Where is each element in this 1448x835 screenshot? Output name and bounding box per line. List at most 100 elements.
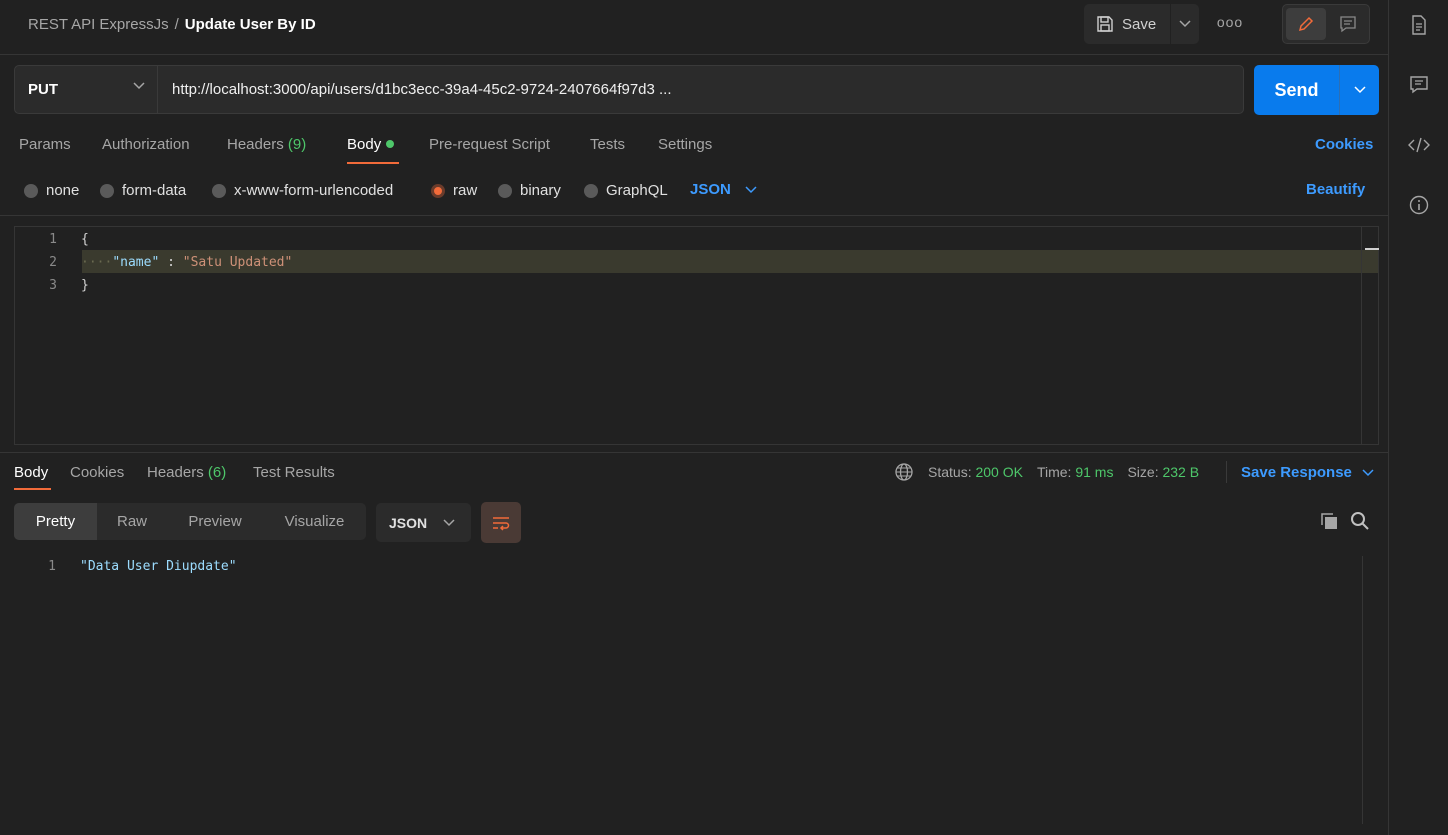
view-pretty[interactable]: Pretty: [14, 503, 97, 540]
tab-settings[interactable]: Settings: [658, 136, 712, 153]
url-input[interactable]: http://localhost:3000/api/users/d1bc3ecc…: [158, 65, 1244, 114]
save-button[interactable]: Save: [1084, 4, 1170, 44]
header-divider: [0, 54, 1388, 55]
chevron-down-icon: [1353, 86, 1366, 94]
save-icon: [1097, 16, 1113, 32]
url-value: http://localhost:3000/api/users/d1bc3ecc…: [172, 81, 672, 98]
response-format-select[interactable]: JSON: [376, 503, 471, 542]
response-scrollbar[interactable]: [1362, 556, 1379, 824]
send-button[interactable]: Send: [1254, 65, 1339, 115]
request-title[interactable]: Update User By ID: [185, 16, 316, 33]
tab-headers[interactable]: Headers (9): [227, 136, 306, 153]
request-body-editor[interactable]: 1 { 2 ····"name" : "Satu Updated" 3 }: [14, 226, 1379, 445]
headers-count-badge: (9): [287, 136, 307, 153]
response-tab-cookies-label: Cookies: [70, 464, 125, 481]
edit-mode-button[interactable]: [1286, 8, 1326, 40]
radio-dot: [212, 183, 226, 198]
save-options-dropdown[interactable]: [1170, 4, 1199, 44]
radio-dot: [498, 183, 512, 198]
comment-mode-button[interactable]: [1328, 8, 1368, 40]
method-value: PUT: [28, 81, 58, 98]
top-bar: REST API ExpressJs / Update User By ID Sav…: [0, 0, 1388, 50]
size-label: Size:: [1127, 464, 1159, 480]
time-label: Time:: [1036, 464, 1072, 480]
tab-body[interactable]: Body: [347, 136, 395, 153]
response-tab-body-label: Body: [14, 464, 49, 481]
mode-toggle: [1282, 4, 1370, 44]
breadcrumb-collection[interactable]: REST API ExpressJs: [28, 16, 169, 33]
scrollbar-thumb[interactable]: [1365, 248, 1379, 250]
pencil-icon: [1298, 16, 1314, 32]
body-language-select[interactable]: JSON: [690, 181, 757, 198]
cookies-link[interactable]: Cookies: [1315, 136, 1373, 153]
save-response-label: Save Response: [1241, 464, 1352, 481]
view-visualize[interactable]: Visualize: [263, 503, 366, 540]
view-preview-label: Preview: [188, 513, 242, 530]
brace-open: {: [81, 232, 89, 247]
tab-tests[interactable]: Tests: [590, 136, 625, 153]
radio-graphql-label: GraphQL: [606, 182, 668, 199]
brace-close: }: [81, 278, 89, 293]
body-options-divider: [0, 215, 1388, 216]
line-number: 1: [48, 559, 56, 574]
radio-none[interactable]: none: [24, 182, 79, 199]
meta-divider: [1226, 461, 1227, 483]
chevron-down-icon: [1362, 468, 1374, 476]
send-label: Send: [1274, 79, 1319, 100]
view-preview[interactable]: Preview: [167, 503, 263, 540]
radio-binary[interactable]: binary: [498, 182, 561, 199]
radio-urlencoded[interactable]: x-www-form-urlencoded: [212, 182, 393, 199]
radio-dot: [100, 183, 114, 198]
send-options-dropdown[interactable]: [1339, 65, 1379, 115]
documentation-icon[interactable]: [1408, 14, 1430, 36]
body-language-value: JSON: [690, 181, 731, 198]
time-meta[interactable]: Time: 91 ms: [1037, 464, 1114, 480]
comment-icon: [1340, 16, 1356, 33]
status-meta[interactable]: Status: 200 OK: [928, 464, 1023, 480]
response-tab-body[interactable]: Body: [14, 464, 48, 481]
response-tab-test-results[interactable]: Test Results: [253, 464, 335, 481]
tab-body-label: Body: [347, 136, 382, 153]
radio-graphql[interactable]: GraphQL: [584, 182, 668, 199]
send-button-group: Send: [1254, 65, 1379, 115]
tab-params[interactable]: Params: [19, 136, 71, 153]
radio-urlencoded-label: x-www-form-urlencoded: [234, 182, 394, 199]
view-visualize-label: Visualize: [284, 513, 345, 530]
response-view-tabs: Pretty Raw Preview Visualize: [14, 503, 366, 540]
search-icon[interactable]: [1350, 511, 1370, 534]
info-icon[interactable]: [1408, 194, 1430, 216]
code-line: }: [81, 278, 89, 293]
save-response-button[interactable]: Save Response: [1241, 464, 1374, 481]
comments-icon[interactable]: [1408, 74, 1430, 96]
response-tab-headers[interactable]: Headers (6): [147, 464, 226, 481]
radio-raw[interactable]: raw: [431, 182, 477, 199]
radio-none-label: none: [46, 182, 80, 199]
json-key: "name": [112, 255, 160, 270]
copy-icon[interactable]: [1319, 511, 1339, 534]
wrap-lines-button[interactable]: [481, 502, 521, 543]
response-meta: Status: 200 OK Time: 91 ms Size: 232 B: [894, 462, 1199, 482]
radio-form-data[interactable]: form-data: [100, 182, 186, 199]
response-tab-test-results-label: Test Results: [253, 464, 335, 481]
radio-dot: [584, 183, 598, 198]
view-raw-label: Raw: [116, 513, 147, 530]
json-colon: :: [159, 255, 183, 270]
tab-authorization[interactable]: Authorization: [102, 136, 190, 153]
beautify-button[interactable]: Beautify: [1306, 181, 1365, 198]
method-select[interactable]: PUT: [14, 65, 158, 114]
view-raw[interactable]: Raw: [97, 503, 167, 540]
response-body-viewer[interactable]: 1 "Data User Diupdate": [14, 556, 1362, 824]
response-tab-cookies[interactable]: Cookies: [70, 464, 124, 481]
editor-scrollbar[interactable]: [1361, 227, 1379, 444]
radio-dot-selected: [431, 183, 445, 198]
more-actions-button[interactable]: ooo: [1215, 14, 1245, 34]
line-number: 3: [49, 278, 57, 293]
more-icon: ooo: [1216, 14, 1244, 30]
code-line: {: [81, 232, 89, 247]
code-snippet-icon[interactable]: [1408, 134, 1430, 156]
globe-icon[interactable]: [894, 462, 914, 482]
size-meta[interactable]: Size: 232 B: [1127, 464, 1199, 480]
save-label: Save: [1122, 15, 1157, 33]
tab-pre-request-script[interactable]: Pre-request Script: [429, 136, 550, 153]
response-divider[interactable]: [0, 452, 1388, 453]
